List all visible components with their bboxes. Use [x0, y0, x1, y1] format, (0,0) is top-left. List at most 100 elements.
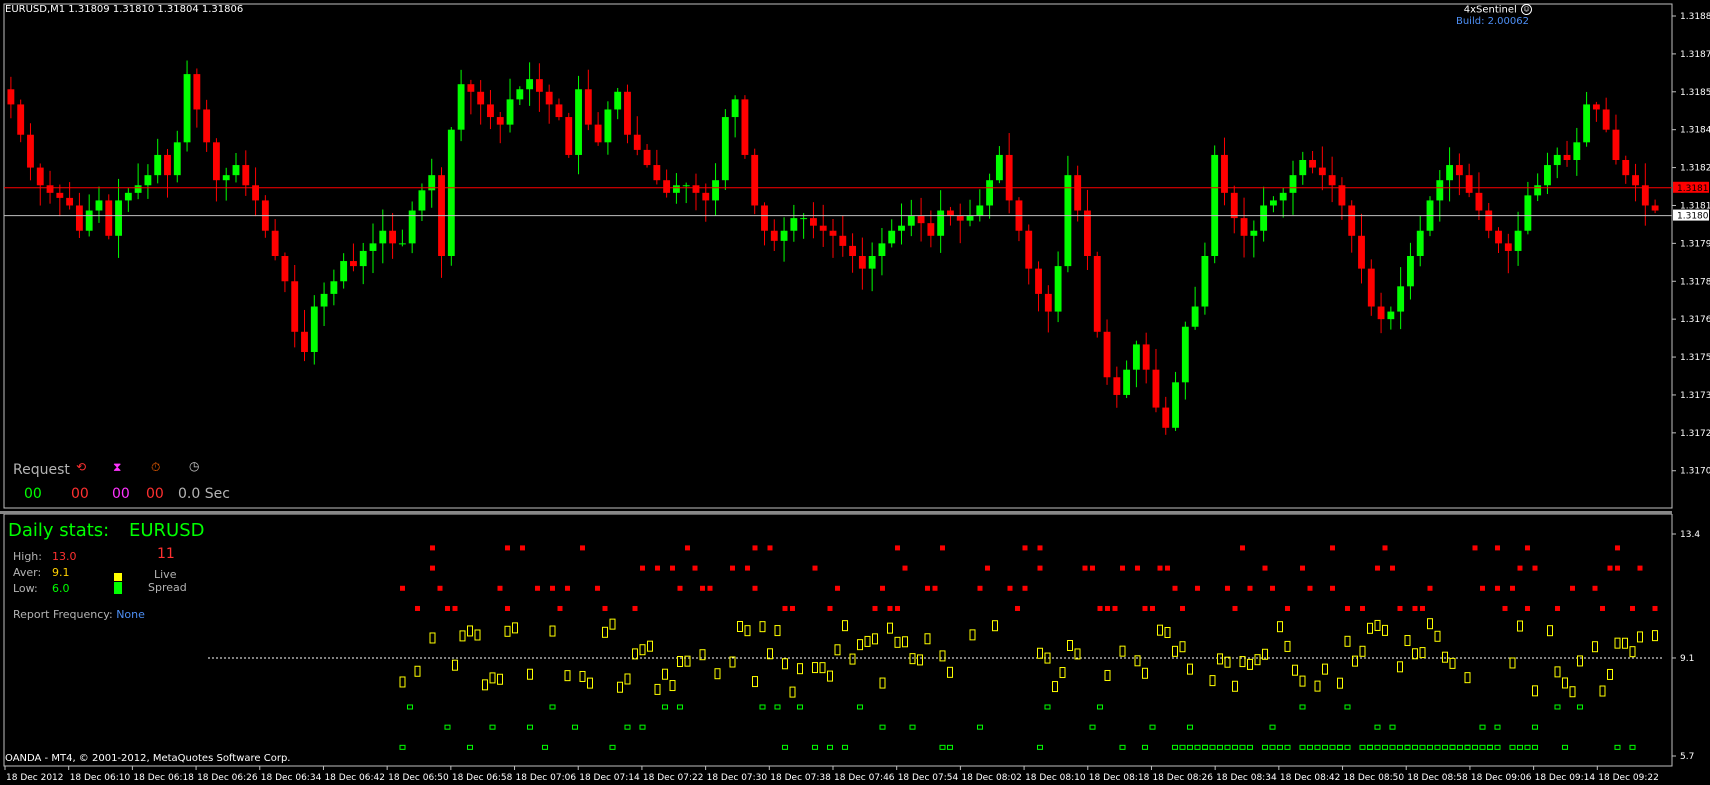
spread-marker-low [1044, 704, 1051, 710]
candle-body [888, 230, 896, 244]
candle-body [1005, 154, 1013, 201]
candle [1622, 155, 1630, 184]
candle [535, 63, 543, 112]
stopwatch-icon[interactable]: ⏱ [151, 460, 160, 475]
candle-body [1514, 230, 1522, 251]
spread-marker-average [864, 635, 871, 647]
spread-marker-average [1397, 661, 1403, 673]
candle [506, 78, 514, 133]
price-chart[interactable]: 1.31885 1.31870 1.31855 1.31840 1.31825 1.318… [0, 0, 1710, 512]
spread-marker-low [639, 724, 646, 730]
price-tick-label: 1.31735 [1680, 391, 1710, 401]
candle [124, 187, 132, 212]
time-tick-label: 18 Dec 07:22 [643, 773, 704, 783]
spread-marker-low [677, 704, 683, 710]
ask-price-label: 1.31817 [1677, 184, 1710, 194]
aver-label: Aver: [13, 566, 42, 579]
spread-marker-average [879, 677, 886, 689]
spread-marker-low [1449, 744, 1456, 750]
spread-marker-high [535, 585, 540, 591]
candle-body [1142, 344, 1150, 370]
spread-marker-average [1232, 680, 1238, 692]
candle [819, 204, 827, 247]
candle [721, 109, 729, 191]
candle [1084, 189, 1091, 271]
candle-body [359, 250, 367, 267]
spread-marker-average [1322, 663, 1328, 675]
candle-body [1181, 326, 1189, 383]
spread-marker-low [1487, 744, 1493, 750]
candle-body [1309, 160, 1316, 168]
spread-marker-average [1569, 686, 1576, 698]
report-frequency-value[interactable]: None [116, 608, 145, 621]
spread-marker-low [1089, 724, 1096, 730]
candle [1553, 147, 1561, 179]
bid-price-label: 1.31806 [1677, 212, 1710, 222]
candle-body [232, 165, 240, 176]
candle [731, 95, 739, 138]
spread-marker-high [1330, 545, 1335, 551]
spread-marker-average [1404, 635, 1411, 647]
candle-body [281, 256, 289, 282]
candle-body [1113, 377, 1121, 395]
spread-marker-high [497, 585, 503, 591]
time-tick-label: 18 Dec 06:10 [70, 773, 131, 783]
spread-marker-low [572, 724, 578, 730]
spread-marker-high [895, 545, 900, 551]
candle-body [1240, 218, 1248, 236]
spread-marker-average [939, 650, 946, 662]
candle-body [46, 185, 54, 193]
spread-marker-low [1344, 744, 1351, 750]
candle-body [271, 230, 279, 256]
spread-marker-high [632, 605, 638, 611]
candle [193, 68, 201, 128]
candle [1397, 267, 1405, 330]
spread-marker-high [1502, 605, 1508, 611]
candle-body [1035, 268, 1042, 294]
spread-marker-low [1307, 744, 1313, 750]
candle [144, 164, 152, 199]
spread-marker-high [767, 545, 773, 551]
spread-marker-high [1015, 605, 1020, 611]
candle-body [956, 215, 964, 221]
candle-body [594, 124, 602, 143]
candle [1651, 199, 1659, 214]
spread-marker-average [1337, 677, 1343, 689]
candle-body [1436, 180, 1444, 201]
candle-body [761, 205, 768, 231]
candle-body [663, 180, 671, 193]
spread-marker-low [977, 724, 983, 730]
spread-indicator-pane[interactable]: 13.4 9.1 5.7 [0, 514, 1710, 785]
candle [398, 229, 406, 247]
spread-marker-low [1367, 744, 1373, 750]
candle [1475, 172, 1483, 221]
spread-marker-average [1104, 669, 1111, 681]
refresh-icon[interactable]: ⟲ [76, 460, 86, 474]
spread-marker-high [1180, 605, 1185, 611]
spread-marker-low [1427, 744, 1433, 750]
spread-marker-high [1382, 545, 1388, 551]
candle-body [1044, 293, 1052, 312]
candle-body [526, 79, 534, 90]
spread-marker-low [1404, 744, 1411, 750]
candle-body [633, 134, 641, 150]
spread-marker-high [1495, 585, 1500, 591]
spread-marker-low [1344, 704, 1351, 710]
spread-marker-high [640, 565, 645, 571]
candle [379, 209, 387, 264]
candle [1201, 242, 1209, 315]
candle [1495, 227, 1502, 254]
spread-marker-low [1262, 744, 1268, 750]
spread-marker-low [1472, 744, 1478, 750]
spread-marker-low [1187, 724, 1193, 730]
spread-marker-high [1247, 585, 1253, 591]
spread-marker-high [782, 605, 788, 611]
candle-body [369, 243, 377, 251]
time-tick-label: 18 Dec 2012 [6, 773, 64, 783]
clock-icon[interactable]: ◷ [189, 459, 199, 473]
hourglass-icon[interactable]: ⧗ [113, 460, 121, 475]
spread-marker-average [857, 639, 863, 651]
time-tick-label: 18 Dec 08:42 [1280, 773, 1341, 783]
candle-body [624, 91, 631, 135]
candle [457, 69, 465, 142]
